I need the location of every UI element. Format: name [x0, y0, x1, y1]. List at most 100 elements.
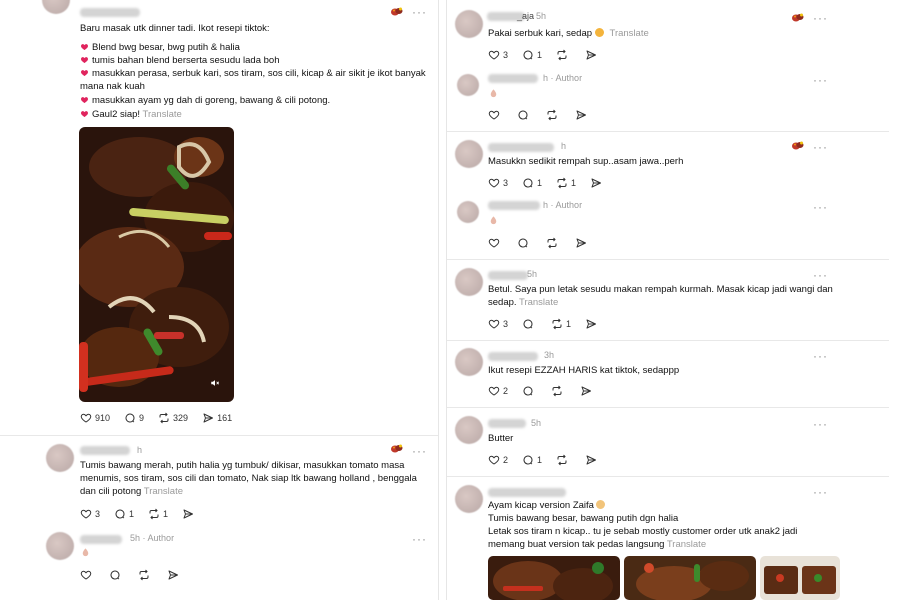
repost-button[interactable]	[556, 49, 571, 61]
comment-button[interactable]	[517, 109, 532, 121]
more-dots-icon[interactable]: ···	[813, 350, 828, 362]
comment-button[interactable]: 1	[522, 49, 542, 61]
more-dots-icon[interactable]: ···	[813, 269, 828, 281]
post-step-2: tumis bahan blend berserta sesudu lada b…	[80, 54, 280, 67]
comment-button[interactable]	[517, 237, 532, 249]
avatar[interactable]	[46, 444, 74, 472]
more-dots-icon[interactable]: ···	[813, 418, 828, 430]
share-button[interactable]	[580, 385, 595, 397]
username-blurred[interactable]	[488, 74, 538, 83]
like-button[interactable]: 3	[488, 49, 508, 61]
share-button[interactable]	[167, 569, 182, 581]
comment-photo[interactable]	[760, 556, 840, 600]
repost-button[interactable]	[546, 109, 561, 121]
share-button[interactable]	[575, 109, 590, 121]
repost-button[interactable]: 1	[556, 177, 576, 189]
username-blurred[interactable]	[488, 488, 566, 497]
more-dots-icon[interactable]: ···	[813, 201, 828, 213]
avatar[interactable]	[457, 201, 479, 223]
share-button[interactable]	[590, 177, 605, 189]
avatar[interactable]	[455, 485, 483, 513]
share-button[interactable]	[585, 318, 600, 330]
username-blurred[interactable]	[488, 271, 528, 280]
translate-link[interactable]: Translate	[519, 297, 558, 308]
username-blurred[interactable]	[488, 201, 540, 210]
avatar[interactable]	[455, 140, 483, 168]
share-button[interactable]	[585, 454, 600, 466]
like-button[interactable]	[488, 109, 503, 121]
comment-button[interactable]	[522, 318, 537, 330]
like-button[interactable]: 3	[488, 177, 508, 189]
comment-button[interactable]: 1	[522, 177, 542, 189]
comment-button[interactable]: 1	[522, 454, 542, 466]
translate-link[interactable]: Translate	[143, 109, 182, 120]
repost-button[interactable]	[556, 454, 571, 466]
avatar[interactable]	[42, 0, 70, 14]
username-blurred[interactable]	[80, 8, 140, 17]
like-count: 910	[95, 413, 111, 423]
avatar[interactable]	[457, 74, 479, 96]
reply-timestamp: 5h	[531, 418, 542, 428]
avatar[interactable]	[455, 348, 483, 376]
comment-icon	[522, 454, 534, 466]
replies-column: _aja 5h ··· Pakai serbuk kari, sedap Tra…	[446, 0, 889, 600]
more-dots-icon[interactable]: ···	[412, 533, 427, 545]
share-button[interactable]	[575, 237, 590, 249]
comment-photo[interactable]	[624, 556, 756, 600]
username-blurred[interactable]	[80, 446, 130, 455]
like-button[interactable]: 3	[488, 318, 508, 330]
comment-button[interactable]	[522, 385, 537, 397]
username-blurred[interactable]	[488, 352, 538, 361]
translate-link[interactable]: Translate	[144, 486, 183, 497]
heart-icon	[80, 412, 92, 424]
like-button[interactable]: 910	[80, 412, 110, 424]
chicken-dish-picture	[624, 556, 756, 600]
comment-button[interactable]	[109, 569, 124, 581]
like-button[interactable]	[488, 237, 503, 249]
post-step-1: Blend bwg besar, bwg putih & halia	[80, 41, 240, 54]
avatar[interactable]	[455, 10, 483, 38]
reply-action-bar: 3 1 1	[80, 507, 211, 521]
more-dots-icon[interactable]: ···	[412, 445, 427, 457]
speaker-muted-icon[interactable]	[210, 378, 220, 388]
like-button[interactable]	[80, 569, 95, 581]
more-dots-icon[interactable]: ···	[412, 6, 427, 18]
comment-button[interactable]: 1	[114, 508, 134, 520]
reply-timestamp: h · Author	[543, 200, 583, 210]
like-button[interactable]: 3	[80, 508, 100, 520]
username-fragment[interactable]: _aja	[517, 11, 534, 21]
more-dots-icon[interactable]: ···	[813, 74, 828, 86]
share-button[interactable]: 161	[202, 412, 232, 424]
repost-button[interactable]: 329	[158, 412, 188, 424]
avatar[interactable]	[455, 416, 483, 444]
share-button[interactable]	[585, 49, 600, 61]
avatar[interactable]	[455, 268, 483, 296]
like-button[interactable]: 2	[488, 454, 508, 466]
username-blurred[interactable]	[80, 535, 122, 544]
repost-button[interactable]: 1	[148, 508, 168, 520]
comment-text: Ikut resepi EZZAH HARIS kat tiktok, seda…	[488, 365, 680, 376]
repost-button[interactable]	[138, 569, 153, 581]
repost-button[interactable]	[551, 385, 566, 397]
translate-link[interactable]: Translate	[610, 28, 649, 39]
username-blurred[interactable]	[488, 143, 554, 152]
like-count: 3	[95, 509, 101, 519]
translate-link[interactable]: Translate	[667, 539, 706, 550]
more-dots-icon[interactable]: ···	[813, 141, 828, 153]
comment-text: Butter	[488, 433, 514, 444]
repost-count: 1	[571, 178, 577, 188]
share-button[interactable]	[182, 508, 197, 520]
avatar[interactable]	[46, 532, 74, 560]
more-dots-icon[interactable]: ···	[813, 486, 828, 498]
like-count: 3	[503, 319, 509, 329]
comment-photo[interactable]	[488, 556, 620, 600]
repost-button[interactable]: 1	[551, 318, 571, 330]
reply-action-bar	[80, 568, 196, 582]
like-button[interactable]: 2	[488, 385, 508, 397]
post-food-image[interactable]	[79, 127, 234, 402]
more-dots-icon[interactable]: ···	[813, 12, 828, 24]
comment-button[interactable]: 9	[124, 412, 144, 424]
repost-button[interactable]	[546, 237, 561, 249]
like-count: 2	[503, 386, 509, 396]
username-blurred[interactable]	[488, 419, 526, 428]
